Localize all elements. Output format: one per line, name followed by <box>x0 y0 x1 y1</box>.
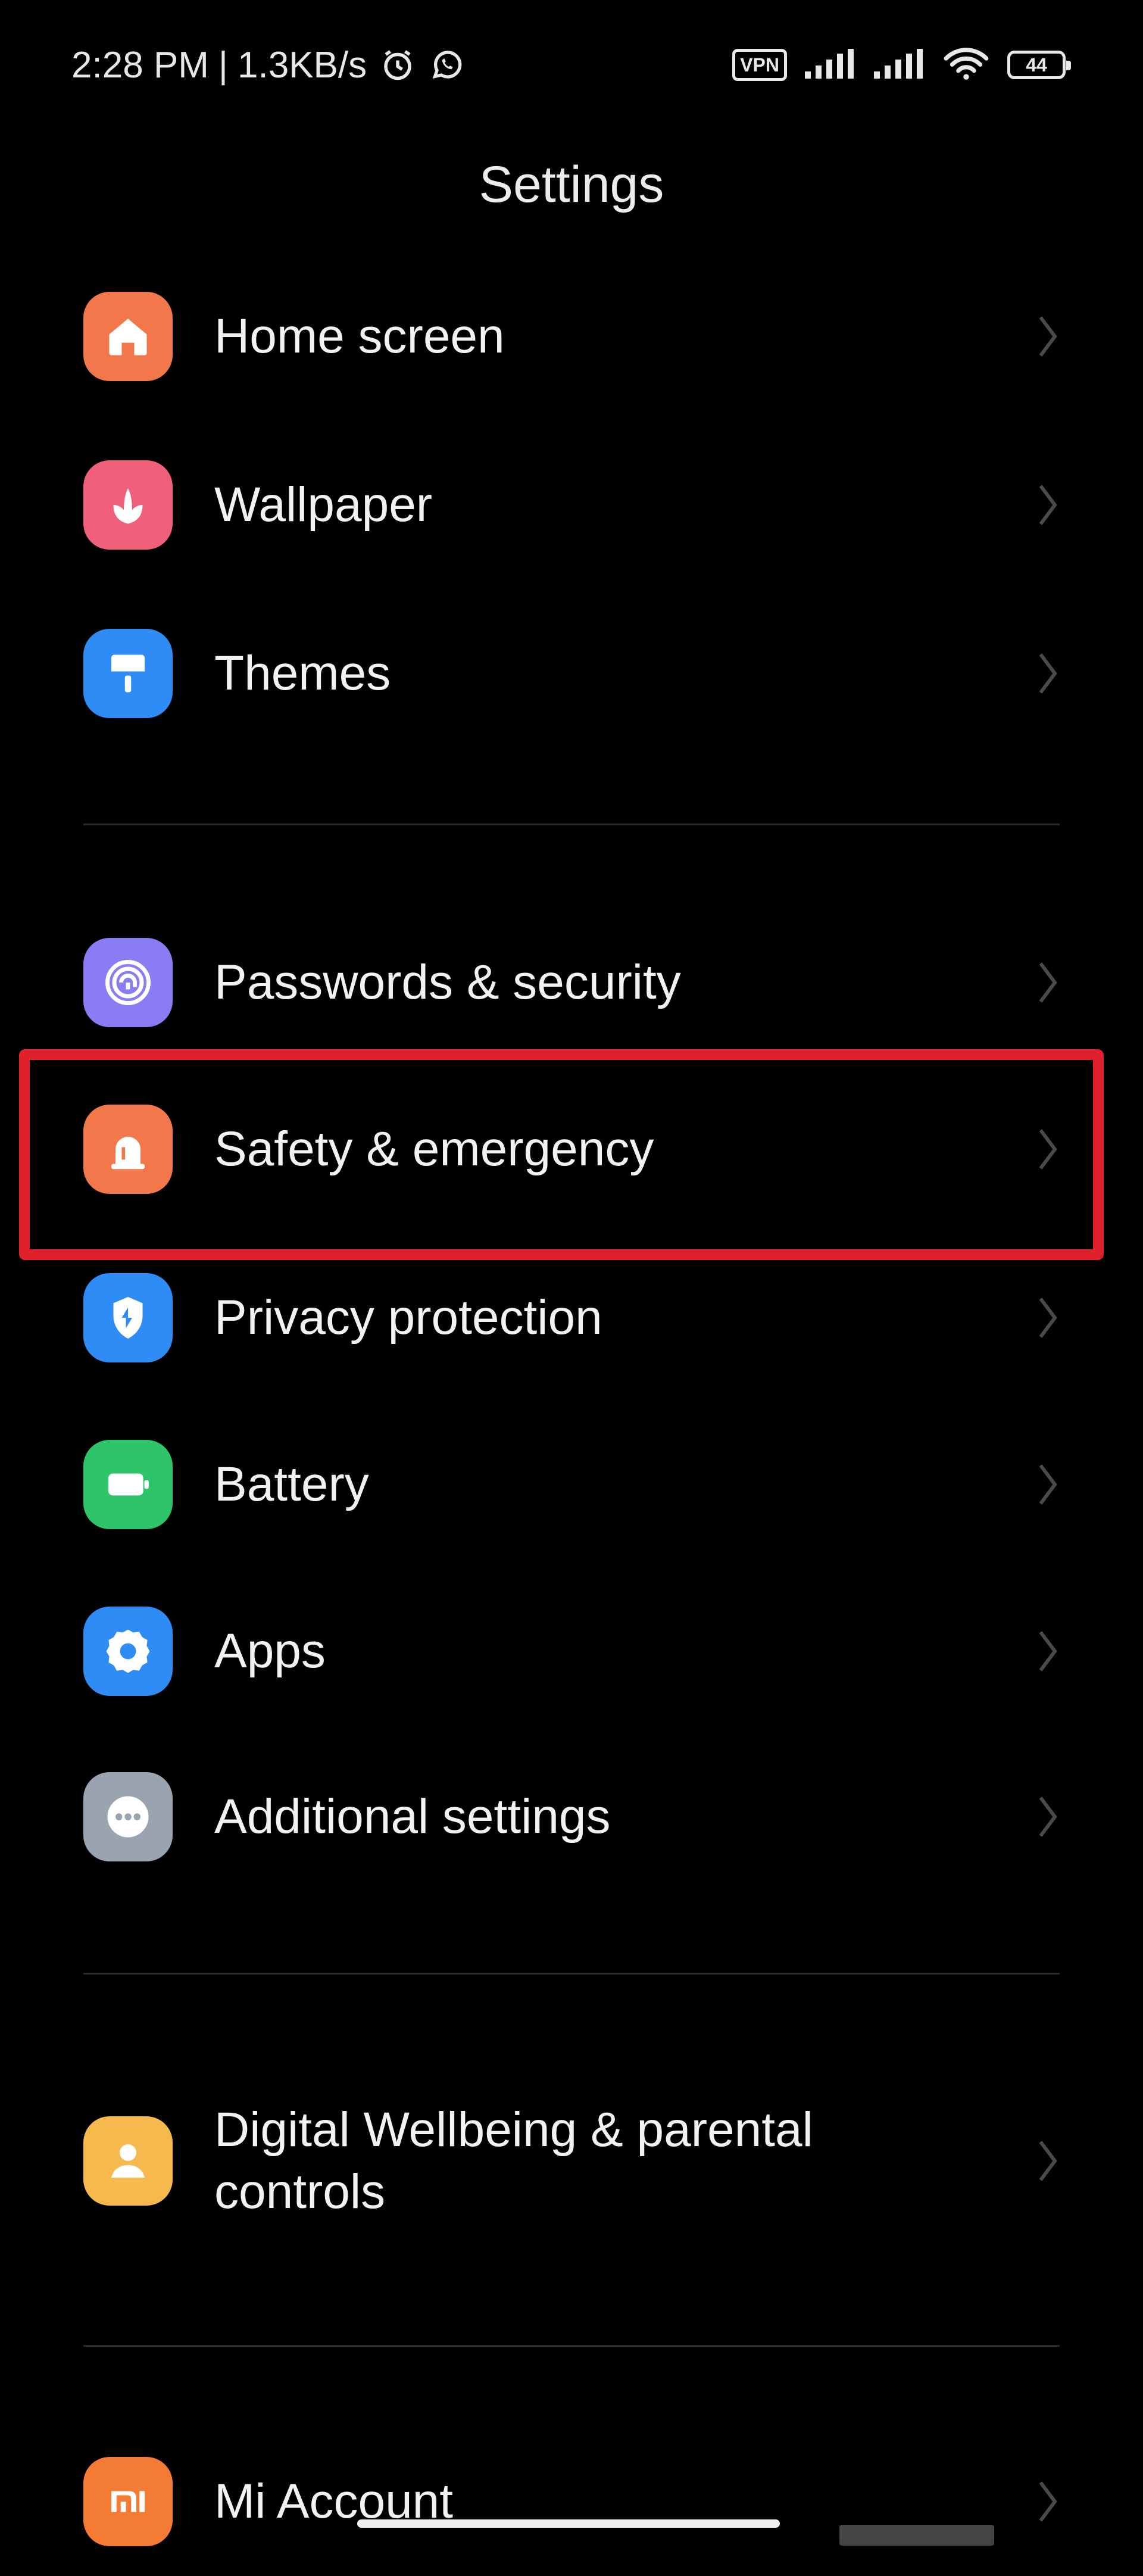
chevron-right-icon <box>1039 1631 1057 1671</box>
setting-item-privacy-protection[interactable]: Privacy protection <box>0 1243 1143 1392</box>
status-separator: | <box>218 44 229 86</box>
setting-item-home-screen[interactable]: Home screen <box>0 262 1143 411</box>
setting-item-apps[interactable]: Apps <box>0 1577 1143 1726</box>
setting-item-wallpaper[interactable]: Wallpaper <box>0 431 1143 579</box>
battery-icon <box>83 1440 173 1529</box>
whatsapp-icon <box>429 47 464 83</box>
chevron-right-icon <box>1039 1129 1057 1170</box>
setting-label: Passwords & security <box>214 955 681 1009</box>
setting-item-themes[interactable]: Themes <box>0 599 1143 748</box>
setting-item-digital-wellbeing[interactable]: Digital Wellbeing & parental controls <box>0 2084 1143 2238</box>
network-speed: 1.3KB/s <box>238 44 367 86</box>
flower-icon <box>83 460 173 550</box>
chevron-right-icon <box>1039 653 1057 694</box>
home-indicator[interactable] <box>357 2519 780 2528</box>
home-icon <box>83 292 173 381</box>
status-right: VPN 44 <box>732 38 1071 92</box>
setting-label: Safety & emergency <box>214 1122 654 1176</box>
setting-item-battery[interactable]: Battery <box>0 1410 1143 1559</box>
battery-level: 44 <box>1026 54 1047 76</box>
battery-indicator: 44 <box>1007 51 1071 79</box>
more-dots-icon <box>83 1772 173 1861</box>
gear-icon <box>83 1607 173 1696</box>
fingerprint-icon <box>83 938 173 1027</box>
setting-item-mi-account[interactable]: Mi Account <box>0 2427 1143 2576</box>
setting-item-safety-emergency[interactable]: Safety & emergency <box>0 1075 1143 1224</box>
chevron-right-icon <box>1039 962 1057 1003</box>
chevron-right-icon <box>1039 2141 1057 2181</box>
setting-item-passwords-security[interactable]: Passwords & security <box>0 908 1143 1057</box>
chevron-right-icon <box>1039 1797 1057 1837</box>
status-time: 2:28 PM <box>71 44 209 86</box>
emergency-light-icon <box>83 1105 173 1194</box>
section-divider <box>83 2345 1060 2347</box>
setting-label: Additional settings <box>214 1789 611 1844</box>
chevron-right-icon <box>1039 1298 1057 1338</box>
mi-logo-icon <box>83 2457 173 2546</box>
alarm-clock-icon <box>380 47 416 83</box>
setting-label: Home screen <box>214 309 505 363</box>
section-divider <box>83 1973 1060 1975</box>
setting-label: Battery <box>214 1457 369 1511</box>
wifi-icon <box>943 47 989 83</box>
status-bar: 2:28 PM | 1.3KB/s VPN 44 <box>0 0 1143 143</box>
chevron-right-icon <box>1039 485 1057 525</box>
redacted-account-name <box>839 2525 994 2546</box>
setting-label: Apps <box>214 1624 326 1678</box>
paint-brush-icon <box>83 629 173 718</box>
setting-item-additional-settings[interactable]: Additional settings <box>0 1742 1143 1891</box>
page-title: Settings <box>479 156 664 213</box>
status-left: 2:28 PM | 1.3KB/s <box>71 38 464 92</box>
setting-label: Digital Wellbeing & parental controls <box>214 2103 813 2219</box>
setting-label: Wallpaper <box>214 478 433 532</box>
chevron-right-icon <box>1039 1464 1057 1505</box>
vpn-badge: VPN <box>732 49 787 81</box>
chevron-right-icon <box>1039 316 1057 357</box>
person-icon <box>83 2116 173 2206</box>
setting-label: Privacy protection <box>214 1290 602 1345</box>
section-divider <box>83 824 1060 825</box>
chevron-right-icon <box>1039 2481 1057 2522</box>
signal-strength-icon <box>805 48 856 82</box>
privacy-shield-icon <box>83 1273 173 1362</box>
setting-label: Themes <box>214 646 391 700</box>
signal-strength-icon-2 <box>874 48 925 82</box>
